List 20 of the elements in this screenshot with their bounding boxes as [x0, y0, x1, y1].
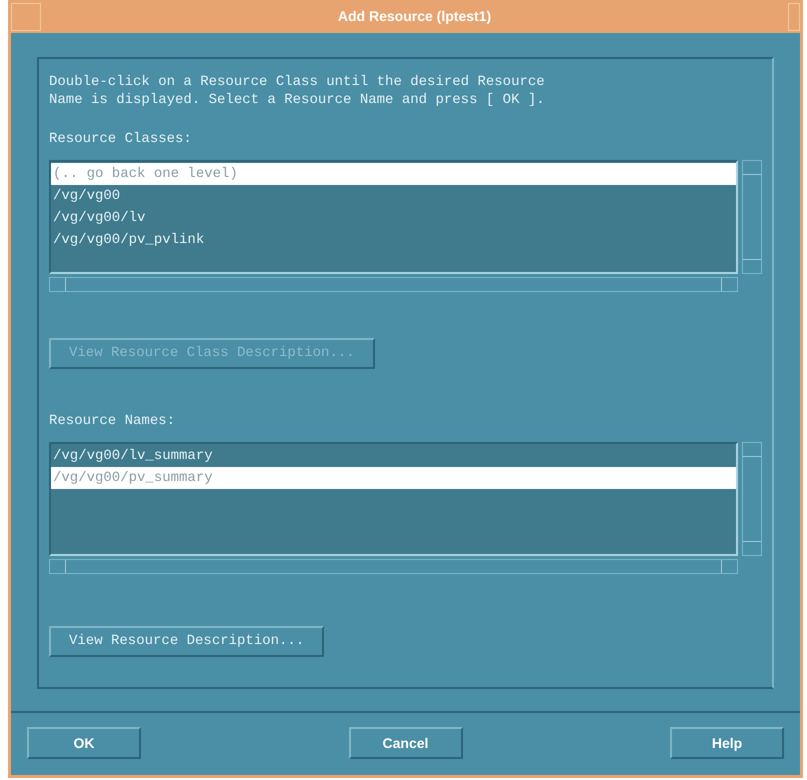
list-item[interactable]: /vg/vg00/lv_summary [51, 445, 736, 467]
list-item[interactable]: /vg/vg00/pv_summary [51, 467, 736, 489]
dialog-button[interactable]: Cancel [348, 727, 462, 759]
window-menu-button[interactable] [11, 2, 41, 30]
list-item[interactable]: /vg/vg00 [51, 185, 736, 207]
description-button[interactable]: View Resource Description... [49, 626, 324, 657]
vertical-scrollbar[interactable] [742, 160, 762, 274]
dialog-button[interactable]: OK [27, 727, 141, 759]
window-maximize-button[interactable] [788, 2, 800, 30]
horizontal-scrollbar[interactable] [49, 559, 738, 574]
window-title: Add Resource (lptest1) [336, 7, 492, 26]
instructions-text: Double-click on a Resource Class until the desired Resource Name is displayed. Select a Resource Name and press [ OK ]. [49, 73, 546, 109]
dialog-button[interactable]: Help [670, 727, 784, 759]
list-item[interactable]: /vg/vg00/pv_pvlink [51, 229, 736, 251]
list-item[interactable]: (.. go back one level) [51, 163, 736, 185]
section-label: Resource Classes: [49, 130, 193, 149]
section-label: Resource Names: [49, 412, 176, 431]
horizontal-scrollbar[interactable] [49, 277, 738, 292]
list-item[interactable]: /vg/vg00/lv [51, 207, 736, 229]
vertical-scrollbar[interactable] [742, 442, 762, 556]
